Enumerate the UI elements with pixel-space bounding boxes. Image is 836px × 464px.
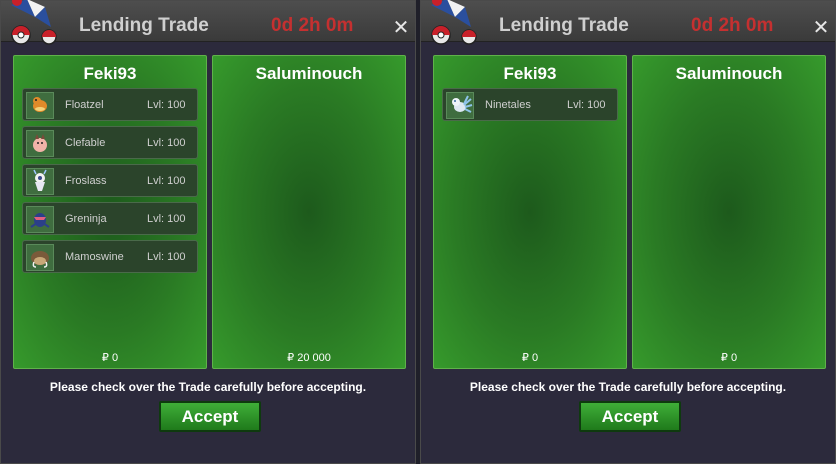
pokemon-level: Lvl: 100 [567, 99, 606, 111]
pokemon-level: Lvl: 100 [147, 251, 186, 263]
player-name: Saluminouch [255, 64, 363, 83]
money-amount: ₽ 0 [521, 352, 539, 364]
accept-button[interactable]: Accept [159, 401, 261, 432]
mamoswine-sprite-icon [26, 244, 54, 271]
window-title: Lending Trade [79, 15, 209, 36]
accept-button[interactable]: Accept [579, 401, 681, 432]
pokemon-slot[interactable]: Greninja Lvl: 100 [22, 202, 198, 235]
offer-panel-saluminouch: Saluminouch ₽ 20 000 [212, 55, 406, 369]
pokemon-slot[interactable]: Ninetales Lvl: 100 [442, 88, 618, 121]
trade-window-2: Lending Trade 0d 2h 0m ✕ Feki93 Ninetale… [420, 0, 836, 464]
pokemon-level: Lvl: 100 [147, 137, 186, 149]
pokemon-slot[interactable]: Clefable Lvl: 100 [22, 126, 198, 159]
froslass-sprite-icon [26, 168, 54, 195]
trade-notice: Please check over the Trade carefully be… [469, 380, 787, 394]
window-title: Lending Trade [499, 15, 629, 36]
trade-window-1: Lending Trade 0d 2h 0m ✕ Feki93 Floatzel… [0, 0, 416, 464]
money-amount: ₽ 0 [101, 352, 119, 364]
greninja-sprite-icon [26, 206, 54, 233]
player-name: Feki93 [83, 64, 137, 83]
offer-panel-feki93: Feki93 Floatzel Lvl: 100 Clefable Lvl: 1… [13, 55, 207, 369]
trade-timer: 0d 2h 0m [271, 15, 354, 36]
pokemon-slot[interactable]: Floatzel Lvl: 100 [22, 88, 198, 121]
pokeball-logo-icon [431, 0, 477, 45]
trade-notice: Please check over the Trade carefully be… [49, 380, 367, 394]
offer-panel-saluminouch: Saluminouch ₽ 0 [632, 55, 826, 369]
close-icon[interactable]: ✕ [811, 17, 831, 37]
close-icon[interactable]: ✕ [391, 17, 411, 37]
pokeball-logo-icon [11, 0, 57, 45]
pokemon-name: Floatzel [65, 99, 104, 111]
title-bar[interactable]: Lending Trade 0d 2h 0m ✕ [1, 0, 415, 45]
pokemon-name: Froslass [65, 175, 107, 187]
money-amount: ₽ 0 [720, 352, 738, 364]
pokemon-name: Greninja [65, 213, 107, 225]
money-amount: ₽ 20 000 [287, 352, 331, 364]
pokemon-level: Lvl: 100 [147, 175, 186, 187]
clefable-sprite-icon [26, 130, 54, 157]
pokemon-name: Ninetales [485, 99, 531, 111]
player-name: Saluminouch [675, 64, 783, 83]
pokemon-slot[interactable]: Froslass Lvl: 100 [22, 164, 198, 197]
title-bar[interactable]: Lending Trade 0d 2h 0m ✕ [421, 0, 835, 45]
ninetales-sprite-icon [446, 92, 474, 119]
pokemon-level: Lvl: 100 [147, 213, 186, 225]
player-name: Feki93 [503, 64, 557, 83]
trade-timer: 0d 2h 0m [691, 15, 774, 36]
floatzel-sprite-icon [26, 92, 54, 119]
pokemon-level: Lvl: 100 [147, 99, 186, 111]
pokemon-slot[interactable]: Mamoswine Lvl: 100 [22, 240, 198, 273]
offer-panel-feki93: Feki93 Ninetales Lvl: 100 ₽ 0 [433, 55, 627, 369]
pokemon-name: Mamoswine [65, 251, 124, 263]
pokemon-name: Clefable [65, 137, 106, 149]
